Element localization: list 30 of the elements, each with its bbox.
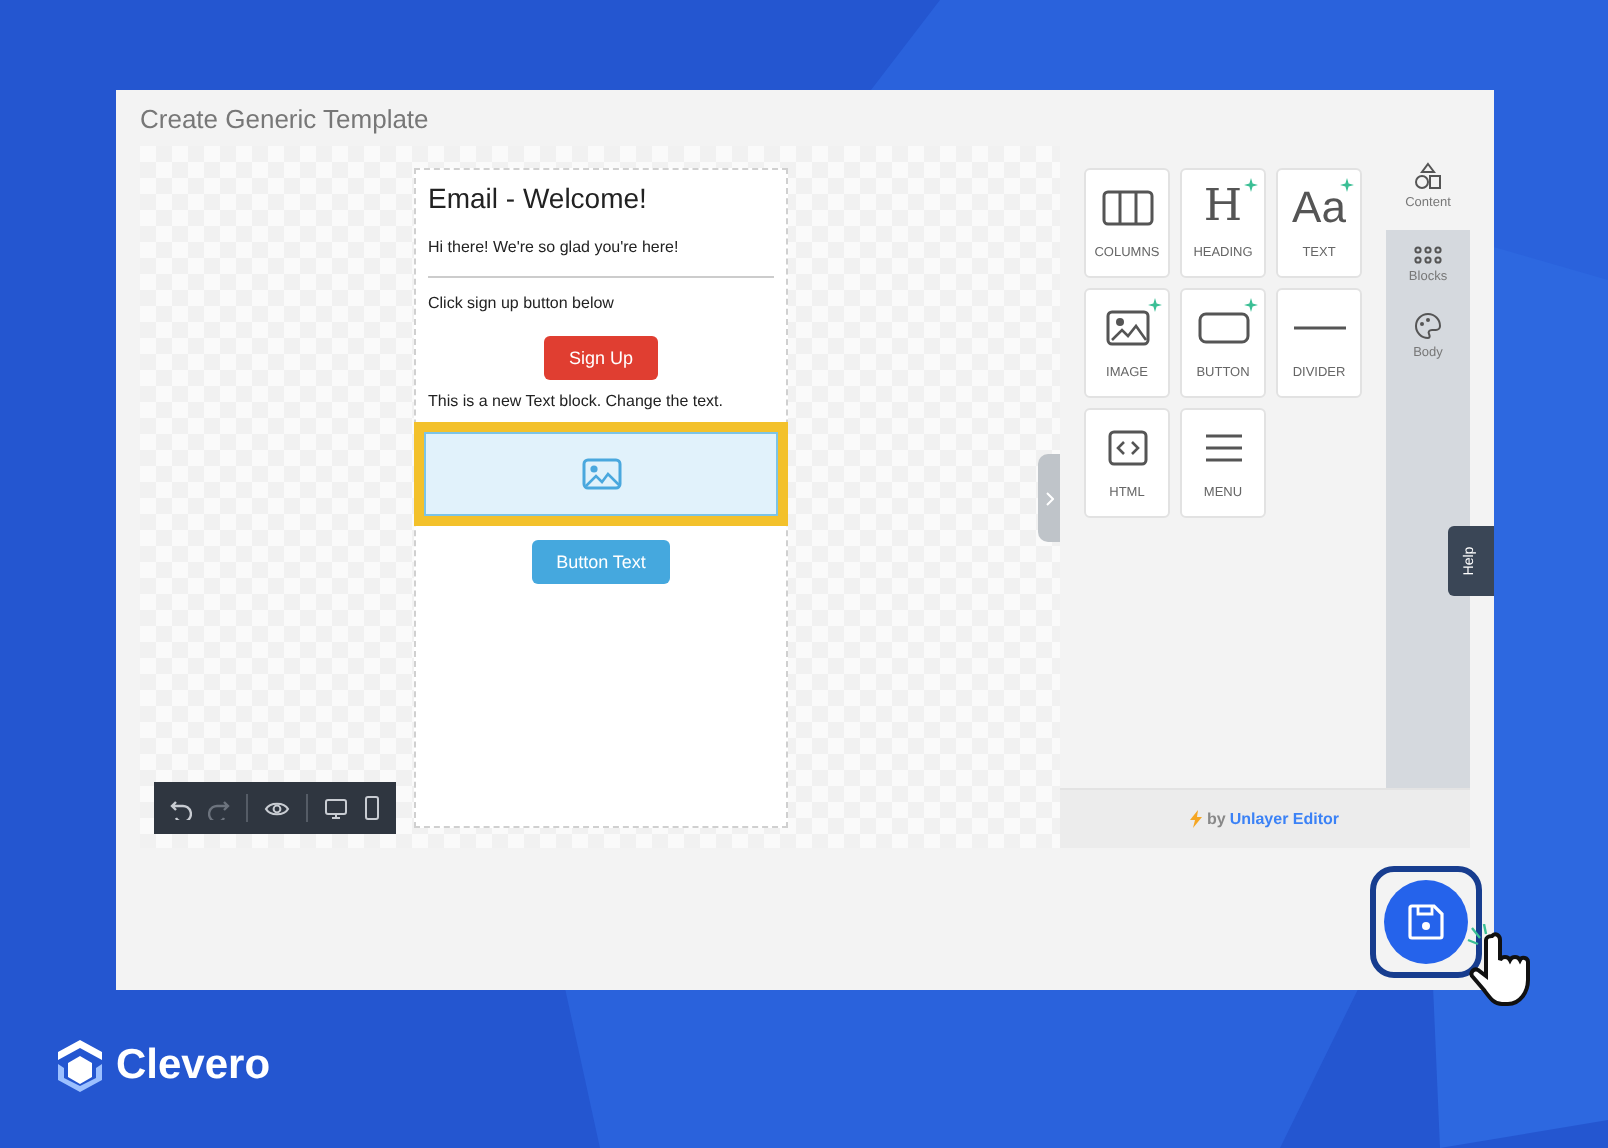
grid-dots-icon — [1414, 246, 1442, 264]
horizontal-line-icon — [1293, 324, 1345, 332]
intro-text: Hi there! We're so glad you're here! — [428, 238, 681, 256]
unlayer-editor-link[interactable]: Unlayer Editor — [1229, 810, 1340, 828]
eye-icon[interactable] — [264, 799, 290, 817]
phone-icon[interactable] — [364, 796, 380, 820]
rounded-rectangle-icon — [1197, 312, 1249, 344]
brand-name: Clevero — [116, 1042, 271, 1090]
cube-logo-icon — [54, 1038, 106, 1094]
image-placeholder-icon — [581, 458, 621, 490]
columns-icon — [1101, 190, 1153, 226]
prompt-text: Click sign up button below — [428, 294, 616, 312]
chevron-right-icon — [1045, 491, 1053, 505]
monitor-icon[interactable] — [324, 797, 348, 819]
body-text: This is a new Text block. Change the text. — [428, 392, 725, 410]
text-glyph-icon: Aa — [1292, 186, 1346, 230]
image-icon — [1105, 310, 1149, 346]
footer-prefix: by — [1206, 810, 1226, 828]
email-heading: Email - Welcome! — [428, 182, 649, 214]
heading-glyph-icon: H — [1203, 186, 1243, 230]
menu-icon — [1203, 432, 1243, 464]
shapes-icon — [1414, 162, 1442, 190]
collapse-handle[interactable] — [1038, 454, 1060, 542]
window-title: Create Generic Template — [138, 102, 431, 138]
save-button[interactable] — [1384, 880, 1468, 964]
undo-icon[interactable] — [170, 797, 192, 819]
palette-icon — [1414, 312, 1442, 340]
lightning-icon — [1190, 810, 1203, 828]
sign-up-button[interactable]: Sign Up — [544, 336, 658, 380]
code-icon — [1107, 430, 1147, 466]
